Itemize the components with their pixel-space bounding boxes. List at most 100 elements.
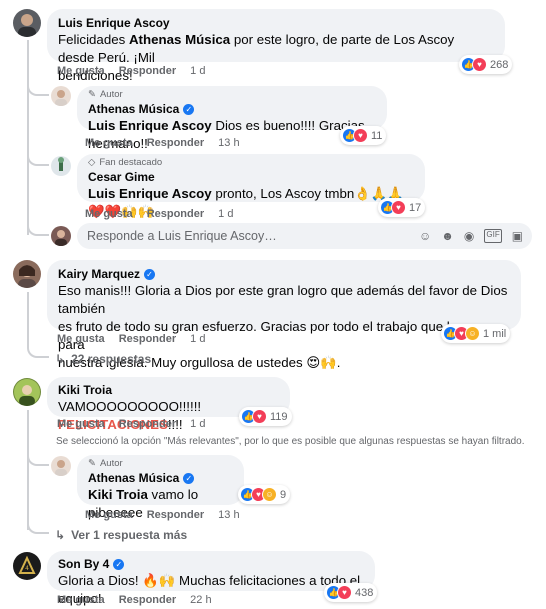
thread-line — [27, 292, 29, 342]
reply-input-icons: ☺ ☻ ◉ GIF ▣ — [419, 229, 523, 243]
avatar[interactable] — [13, 9, 41, 37]
like-button[interactable]: Me gusta — [85, 137, 133, 149]
author-name[interactable]: Athenas Música — [88, 471, 179, 486]
thread-line — [27, 410, 29, 530]
mention-link[interactable]: Kiki Troia — [88, 487, 148, 502]
like-button[interactable]: Me gusta — [57, 333, 105, 345]
comment-actions: Me gusta Responder 13 h — [85, 509, 240, 521]
camera-icon[interactable]: ◉ — [464, 229, 474, 243]
timestamp[interactable]: 1 d — [190, 418, 205, 430]
avatar-sticker-icon[interactable]: ☺ — [419, 229, 431, 243]
avatar[interactable]: 4 — [13, 552, 41, 580]
reply-button[interactable]: Responder — [119, 418, 176, 430]
emoji-icon[interactable]: ☻ — [441, 229, 454, 243]
timestamp[interactable]: 1 d — [190, 65, 205, 77]
author-name[interactable]: Kairy Marquez — [58, 267, 140, 282]
verified-icon: ✓ — [183, 473, 195, 484]
like-button[interactable]: Me gusta — [85, 509, 133, 521]
avatar[interactable] — [13, 260, 41, 288]
thread-connector — [27, 450, 49, 466]
reactions-summary[interactable]: 👍 ♥ 268 — [459, 55, 513, 74]
badge-label: Autor — [99, 458, 123, 469]
reply-arrow-icon: ↳ — [55, 352, 66, 366]
avatar[interactable] — [51, 86, 71, 106]
love-icon: ♥ — [472, 57, 487, 72]
svg-text:4: 4 — [25, 565, 29, 572]
reply-author[interactable]: Cesar Gime — [88, 170, 414, 185]
mention-link[interactable]: Luis Enrique Ascoy — [88, 118, 212, 133]
timestamp[interactable]: 1 d — [218, 208, 233, 220]
comment-actions: Me gusta Responder 13 h — [85, 137, 240, 149]
comment-text-part: Eso manis!!! Gloria a Dios por este gran… — [58, 283, 508, 316]
comment-actions: Me gusta Responder 1 d — [57, 418, 205, 430]
reactions-summary[interactable]: 👍 ♥ 119 — [239, 407, 292, 426]
reply-bubble: ◇ Fan destacado Cesar Gime Luis Enrique A… — [77, 154, 425, 219]
replies-link-label: Ver 1 respuesta más — [71, 528, 188, 542]
timestamp[interactable]: 13 h — [218, 509, 239, 521]
reply-button[interactable]: Responder — [119, 333, 176, 345]
thread-connector — [27, 222, 49, 236]
avatar[interactable] — [13, 378, 41, 406]
thread-line — [27, 40, 29, 235]
like-button[interactable]: Me gusta — [57, 594, 105, 606]
filter-note: Se seleccionó la opción "Más relevantes"… — [56, 436, 525, 447]
gif-icon[interactable]: GIF — [484, 229, 502, 243]
timestamp[interactable]: 1 d — [190, 333, 205, 345]
avatar — [51, 226, 71, 246]
comment-actions: Me gusta Responder 22 h — [57, 594, 212, 606]
avatar[interactable] — [51, 156, 71, 176]
love-icon: ♥ — [337, 585, 352, 600]
view-replies-link[interactable]: ↳ 22 respuestas — [55, 352, 151, 366]
thread-connector — [27, 150, 49, 166]
reply-button[interactable]: Responder — [147, 137, 204, 149]
verified-icon: ✓ — [113, 559, 125, 570]
like-button[interactable]: Me gusta — [57, 418, 105, 430]
comment-author[interactable]: Luis Enrique Ascoy — [58, 16, 494, 31]
comment-author[interactable]: Kairy Marquez ✓ — [58, 267, 510, 282]
comment-author[interactable]: Son By 4 ✓ — [58, 557, 364, 572]
reactions-summary[interactable]: 👍 ♥ ☺ 1 mil — [441, 324, 511, 343]
reply-button[interactable]: Responder — [147, 208, 204, 220]
timestamp[interactable]: 13 h — [218, 137, 239, 149]
comment-author[interactable]: Kiki Troia — [58, 383, 279, 398]
thread-connector — [27, 520, 49, 534]
reply-input-placeholder: Responde a Luis Enrique Ascoy… — [87, 229, 277, 243]
thread-connector — [27, 342, 49, 358]
reactions-summary[interactable]: 👍 ♥ 17 — [378, 198, 426, 217]
love-icon: ♥ — [391, 200, 406, 215]
thread-connector — [27, 80, 49, 96]
author-name[interactable]: Athenas Música — [88, 102, 179, 117]
timestamp[interactable]: 22 h — [190, 594, 211, 606]
love-icon: ♥ — [252, 409, 267, 424]
reply-button[interactable]: Responder — [119, 65, 176, 77]
like-button[interactable]: Me gusta — [57, 65, 105, 77]
reply-bubble: ✎ Autor Athenas Música ✓ Kiki Troia vamo l… — [77, 455, 244, 520]
reply-author[interactable]: Athenas Música ✓ — [88, 471, 233, 486]
reactions-count: 119 — [270, 410, 288, 423]
author-name[interactable]: Son By 4 — [58, 557, 109, 572]
reply-button[interactable]: Responder — [147, 509, 204, 521]
reactions-summary[interactable]: 👍 ♥ 11 — [340, 126, 387, 145]
reply-arrow-icon: ↳ — [55, 528, 66, 542]
reactions-summary[interactable]: 👍 ♥ 438 — [324, 583, 378, 602]
fan-badge: ◇ Fan destacado — [88, 157, 414, 169]
replies-link-label: 22 respuestas — [71, 352, 152, 366]
avatar[interactable] — [51, 456, 71, 476]
comment-bubble: Kairy Marquez ✓ Eso manis!!! Gloria a Dio… — [47, 260, 521, 370]
comment-bubble: Luis Enrique Ascoy Felicidades Athenas M… — [47, 9, 505, 83]
author-badge: ✎ Autor — [88, 458, 233, 470]
comment-text-part: VAMOOOOOOOOO!!!!!! — [58, 399, 202, 414]
like-button[interactable]: Me gusta — [85, 208, 133, 220]
reactions-summary[interactable]: 👍 ♥ ☺ 9 — [238, 485, 291, 504]
reactions-count: 9 — [280, 488, 287, 501]
mention-link[interactable]: Athenas Música — [129, 32, 230, 47]
reply-button[interactable]: Responder — [119, 594, 176, 606]
pen-icon: ✎ — [88, 89, 96, 100]
sticker-icon[interactable]: ▣ — [512, 229, 523, 243]
view-more-replies-link[interactable]: ↳ Ver 1 respuesta más — [55, 528, 187, 542]
verified-icon: ✓ — [183, 104, 195, 115]
mention-link[interactable]: Luis Enrique Ascoy — [88, 186, 212, 201]
reply-author[interactable]: Athenas Música ✓ — [88, 102, 376, 117]
reactions-count: 17 — [409, 201, 422, 214]
comment-actions: Me gusta Responder 1 d — [57, 333, 205, 345]
